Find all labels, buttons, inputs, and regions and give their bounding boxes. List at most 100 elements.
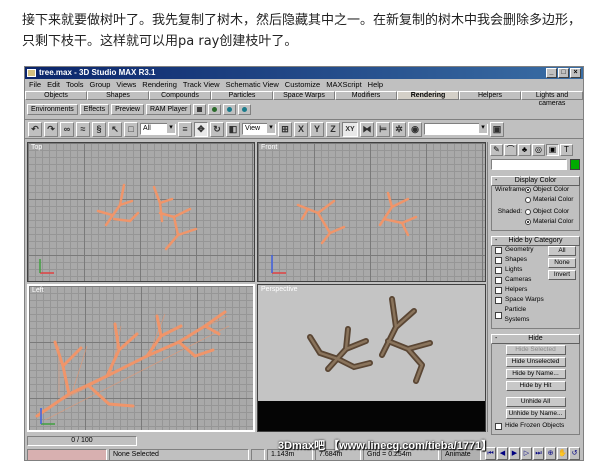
tab-rendering[interactable]: Rendering — [397, 91, 459, 100]
align-icon[interactable]: ⊨ — [376, 121, 390, 137]
object-name-field[interactable] — [491, 159, 567, 170]
time-slider[interactable]: 0 / 100 — [27, 436, 137, 446]
hide-frozen-checkbox[interactable] — [495, 422, 502, 430]
axis-z-button[interactable]: Z — [326, 121, 340, 137]
tab-compounds[interactable]: Compounds — [149, 91, 211, 100]
particle-systems-checkbox[interactable] — [495, 311, 502, 319]
select-and-move-icon[interactable]: ✥ — [194, 121, 208, 137]
utilities-tab-icon[interactable]: T — [560, 144, 573, 156]
selection-filter-dropdown[interactable]: All — [140, 123, 176, 135]
mirror-icon[interactable]: ⧓ — [360, 121, 374, 137]
display-color-title[interactable]: Display Color — [491, 176, 580, 186]
hide-by-category-title[interactable]: Hide by Category — [491, 236, 580, 246]
shapes-checkbox[interactable] — [495, 256, 502, 264]
close-button[interactable]: × — [570, 68, 581, 78]
modify-tab-icon[interactable]: ⌒ — [504, 144, 517, 156]
all-button[interactable]: All — [548, 246, 576, 256]
hide-selected-button[interactable]: Hide Selected — [505, 345, 566, 355]
menu-schematic-view[interactable]: Schematic View — [226, 79, 279, 90]
bind-space-warp-icon[interactable]: § — [92, 121, 106, 137]
undo-icon[interactable]: ↶ — [28, 121, 42, 137]
material-editor-icon[interactable]: ◉ — [408, 121, 422, 137]
link-icon[interactable]: ∞ — [60, 121, 74, 137]
prev-frame-icon[interactable]: ◀ — [497, 447, 508, 460]
lights-checkbox[interactable] — [495, 266, 502, 274]
next-frame-icon[interactable]: ▷ — [521, 447, 532, 460]
hide-by-name-button[interactable]: Hide by Name... — [505, 369, 566, 379]
redo-icon[interactable]: ↷ — [44, 121, 58, 137]
effects-button[interactable]: Effects — [79, 103, 110, 115]
menu-views[interactable]: Views — [116, 79, 136, 90]
invert-button[interactable]: Invert — [548, 270, 576, 280]
minimize-button[interactable]: _ — [546, 68, 557, 78]
viewport-front[interactable]: Front — [257, 142, 486, 282]
select-object-icon[interactable]: ↖ — [108, 121, 122, 137]
render-last-icon[interactable] — [238, 103, 252, 115]
checker-icon[interactable] — [193, 103, 207, 115]
wireframe-object-color-radio[interactable] — [525, 187, 531, 193]
select-by-name-icon[interactable]: ≡ — [178, 121, 192, 137]
shaded-material-color-radio[interactable] — [525, 219, 531, 225]
menu-maxscript[interactable]: MAXScript — [326, 79, 361, 90]
menu-customize[interactable]: Customize — [285, 79, 320, 90]
none-button[interactable]: None — [548, 258, 576, 268]
viewport-top[interactable]: Top — [27, 142, 255, 282]
lock-selection-icon[interactable] — [251, 449, 265, 460]
arc-rotate-icon[interactable]: ↺ — [569, 447, 580, 460]
unhide-by-name-button[interactable]: Unhide by Name... — [505, 409, 566, 419]
axis-x-button[interactable]: X — [294, 121, 308, 137]
reference-coord-dropdown[interactable]: View — [242, 123, 276, 135]
select-and-scale-icon[interactable]: ◧ — [226, 121, 240, 137]
menu-tools[interactable]: Tools — [66, 79, 84, 90]
environments-button[interactable]: Environments — [27, 103, 78, 115]
tab-objects[interactable]: Objects — [25, 91, 87, 100]
cameras-checkbox[interactable] — [495, 276, 502, 284]
viewport-perspective[interactable]: Perspective — [257, 284, 486, 432]
menu-track-view[interactable]: Track View — [183, 79, 220, 90]
quick-render-icon[interactable] — [223, 103, 237, 115]
tab-particles[interactable]: Particles — [211, 91, 273, 100]
track-view-icon[interactable]: ✲ — [392, 121, 406, 137]
goto-end-icon[interactable]: ⏭ — [533, 447, 544, 460]
create-tab-icon[interactable]: ✎ — [490, 144, 503, 156]
preview-button[interactable]: Preview — [111, 103, 144, 115]
unhide-all-button[interactable]: Unhide All — [505, 397, 566, 407]
unlink-icon[interactable]: ≈ — [76, 121, 90, 137]
select-and-rotate-icon[interactable]: ↻ — [210, 121, 224, 137]
geometry-checkbox[interactable] — [495, 246, 502, 254]
helpers-checkbox[interactable] — [495, 286, 502, 294]
viewport-left[interactable]: Left — [27, 284, 255, 432]
render-scene-icon[interactable] — [208, 103, 222, 115]
tab-helpers[interactable]: Helpers — [459, 91, 521, 100]
hierarchy-tab-icon[interactable]: ♣ — [518, 144, 531, 156]
tab-shapes[interactable]: Shapes — [87, 91, 149, 100]
menu-edit[interactable]: Edit — [47, 79, 60, 90]
hide-by-hit-button[interactable]: Hide by Hit — [505, 381, 566, 391]
tab-modifiers[interactable]: Modifiers — [335, 91, 397, 100]
object-color-swatch[interactable] — [570, 159, 580, 170]
hide-unselected-button[interactable]: Hide Unselected — [505, 357, 566, 367]
maximize-button[interactable]: □ — [558, 68, 569, 78]
zoom-extents-icon[interactable]: ⊕ — [545, 447, 556, 460]
axis-y-button[interactable]: Y — [310, 121, 324, 137]
pan-icon[interactable]: ✋ — [557, 447, 568, 460]
display-tab-icon[interactable]: ▣ — [546, 144, 559, 156]
menu-help[interactable]: Help — [368, 79, 383, 90]
tab-lights-and-cameras[interactable]: Lights and cameras — [521, 91, 583, 107]
pivot-center-icon[interactable]: ⊞ — [278, 121, 292, 137]
menu-rendering[interactable]: Rendering — [142, 79, 177, 90]
select-region-icon[interactable]: □ — [124, 121, 138, 137]
play-icon[interactable]: ▶ — [509, 447, 520, 460]
motion-tab-icon[interactable]: ◎ — [532, 144, 545, 156]
space-warps-checkbox[interactable] — [495, 296, 502, 304]
named-selection-dropdown[interactable] — [424, 123, 488, 135]
render-icon[interactable]: ▣ — [490, 121, 504, 137]
wireframe-material-color-radio[interactable] — [525, 197, 531, 203]
menu-group[interactable]: Group — [90, 79, 111, 90]
shaded-object-color-radio[interactable] — [525, 209, 531, 215]
menu-file[interactable]: File — [29, 79, 41, 90]
tab-space-warps[interactable]: Space Warps — [273, 91, 335, 100]
hide-title[interactable]: Hide — [491, 334, 580, 344]
ram-player-button[interactable]: RAM Player — [145, 103, 192, 115]
axis-xy-button[interactable]: XY — [342, 121, 358, 137]
